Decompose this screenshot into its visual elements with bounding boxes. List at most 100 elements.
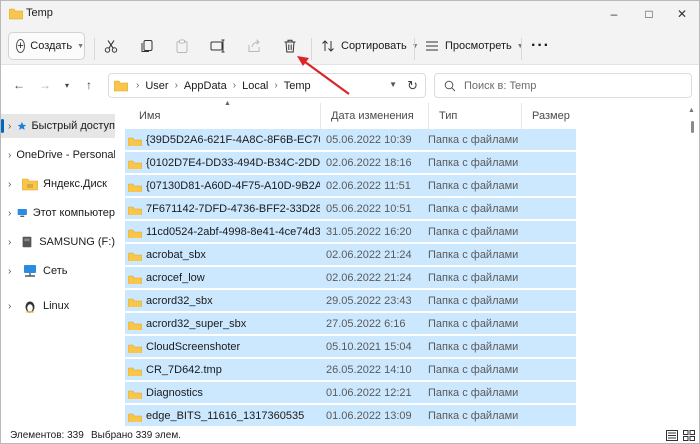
column-header-date[interactable]: Дата изменения — [321, 103, 429, 129]
more-icon: ··· — [531, 37, 550, 54]
sort-button[interactable]: Сортировать ▼ — [321, 32, 419, 60]
create-button[interactable]: + Создать ▼ — [8, 32, 85, 60]
folder-icon — [114, 80, 128, 91]
arrow-left-icon: ← — [13, 78, 25, 92]
selected-count: Выбрано 339 элем. — [91, 430, 181, 441]
share-button[interactable] — [241, 32, 267, 60]
nav-item-this-pc[interactable]: › Этот компьютер — [1, 201, 115, 225]
file-date: 05.10.2021 15:04 — [326, 340, 412, 353]
file-date: 02.06.2022 21:24 — [326, 248, 412, 261]
file-name: 11cd0524-2abf-4998-8e41-4ce74d330de6 — [125, 226, 320, 238]
file-date: 01.06.2022 13:09 — [326, 409, 412, 422]
file-date: 02.06.2022 11:51 — [326, 179, 411, 192]
file-row[interactable]: acrord32_sbx 29.05.2022 23:43 Папка с файл… — [125, 290, 576, 311]
vertical-scrollbar[interactable]: ▲ — [685, 103, 699, 428]
maximize-button[interactable]: □ — [632, 1, 666, 27]
file-row[interactable]: 11cd0524-2abf-4998-8e41-4ce74d330de6 31.0… — [125, 221, 576, 242]
nav-label: Быстрый доступ — [31, 120, 115, 132]
file-row[interactable]: acrobat_sbx 02.06.2022 21:24 Папка с файла… — [125, 244, 576, 265]
file-name: Diagnostics — [125, 387, 320, 399]
column-header-row: ▲ Имя Дата изменения Тип Размер — [115, 100, 685, 129]
file-row[interactable]: {39D5D2A6-621F-4A8C-8F6B-EC70C9A3B... 05.… — [125, 129, 576, 150]
nav-label: Яндекс.Диск — [43, 178, 107, 190]
breadcrumb-local[interactable]: Local — [242, 80, 268, 92]
search-input[interactable]: Поиск в: Temp — [434, 73, 692, 98]
folder-icon — [128, 413, 142, 422]
folder-icon — [128, 390, 142, 399]
toolbar-divider — [311, 38, 312, 60]
file-type: Папка с файлами — [428, 294, 519, 307]
file-type: Папка с файлами — [428, 340, 519, 353]
column-header-name[interactable]: Имя — [129, 103, 321, 129]
column-header-type[interactable]: Тип — [429, 103, 522, 129]
nav-item-network[interactable]: › Сеть — [1, 259, 115, 283]
file-row[interactable]: {0102D7E4-DD33-494D-B34C-2DD6976A5... 02.… — [125, 152, 576, 173]
scrollbar-thumb[interactable] — [691, 121, 694, 133]
chevron-right-icon: › — [174, 80, 178, 91]
nav-item-quick-access[interactable]: › Быстрый доступ — [1, 114, 115, 138]
breadcrumb-user[interactable]: User — [145, 80, 168, 92]
address-history-dropdown[interactable]: ▼ — [389, 80, 397, 89]
back-button[interactable]: ← — [9, 75, 29, 95]
file-type: Папка с файлами — [428, 271, 519, 284]
scroll-up-arrow-icon[interactable]: ▲ — [688, 107, 695, 114]
chevron-right-icon: › — [274, 80, 278, 91]
view-list-icon — [426, 41, 438, 51]
file-row[interactable]: acrord32_super_sbx 27.05.2022 6:16 Папка с… — [125, 313, 576, 334]
file-row[interactable]: CloudScreenshoter 05.10.2021 15:04 Папка с… — [125, 336, 576, 357]
cut-button[interactable] — [98, 32, 124, 60]
file-row[interactable]: {07130D81-A60D-4F75-A10D-9B2A8F00D... 02.… — [125, 175, 576, 196]
nav-item-linux[interactable]: › Linux — [1, 294, 115, 318]
rename-button[interactable] — [205, 32, 231, 60]
title-bar: Temp – □ ✕ — [1, 1, 699, 27]
toolbar-divider — [414, 38, 415, 60]
star-icon — [17, 122, 26, 130]
folder-icon — [128, 275, 142, 284]
column-header-size[interactable]: Размер — [522, 103, 602, 129]
up-button[interactable]: ↑ — [79, 75, 99, 95]
file-row[interactable]: acrocef_low 02.06.2022 21:24 Папка с файла… — [125, 267, 576, 288]
search-icon — [444, 80, 456, 91]
close-button[interactable]: ✕ — [665, 1, 699, 27]
paste-button[interactable] — [169, 32, 195, 60]
view-label: Просмотреть — [445, 40, 512, 52]
nav-item-yandex-disk[interactable]: › Яндекс.Диск — [1, 172, 115, 196]
nav-item-samsung-drive[interactable]: › SAMSUNG (F:) — [1, 230, 115, 254]
recent-locations-button[interactable]: ▾ — [57, 75, 77, 95]
linux-icon — [25, 301, 35, 313]
search-placeholder: Поиск в: Temp — [464, 79, 537, 92]
trash-icon — [284, 39, 296, 53]
sort-icon — [322, 40, 334, 52]
file-row[interactable]: Diagnostics 01.06.2022 12:21 Папка с файла… — [125, 382, 576, 403]
address-bar[interactable]: › User › AppData › Local › Temp ▼ ↻ — [108, 73, 426, 98]
nav-item-onedrive[interactable]: › OneDrive - Personal — [1, 143, 115, 167]
view-button[interactable]: Просмотреть ▼ — [425, 32, 524, 60]
file-name: edge_BITS_11616_1317360535 — [125, 410, 320, 422]
refresh-icon[interactable]: ↻ — [407, 78, 418, 94]
explorer-window: Temp – □ ✕ + Создать ▼ Сортировать ▼ Про… — [0, 0, 700, 444]
chevron-right-icon: › — [8, 236, 12, 248]
minimize-button[interactable]: – — [597, 1, 631, 27]
details-view-icon[interactable] — [666, 430, 678, 441]
file-type: Папка с файлами — [428, 248, 519, 261]
file-row[interactable]: 7F671142-7DFD-4736-BFF2-33D28D252C1 05.06… — [125, 198, 576, 219]
file-date: 02.06.2022 18:16 — [326, 156, 412, 169]
delete-button[interactable] — [277, 32, 303, 60]
file-row[interactable]: CR_7D642.tmp 26.05.2022 14:10 Папка с файл… — [125, 359, 576, 380]
more-options-button[interactable]: ··· — [531, 32, 550, 60]
file-date: 26.05.2022 14:10 — [326, 363, 412, 376]
forward-button[interactable]: → — [35, 75, 55, 95]
tiles-view-icon[interactable] — [683, 430, 695, 441]
nav-label: SAMSUNG (F:) — [39, 236, 115, 248]
file-date: 29.05.2022 23:43 — [326, 294, 412, 307]
command-bar: + Создать ▼ Сортировать ▼ Просмотреть ··… — [1, 27, 699, 65]
toolbar-divider — [94, 38, 95, 60]
file-date: 05.06.2022 10:51 — [326, 202, 412, 215]
breadcrumb-temp[interactable]: Temp — [284, 80, 311, 92]
nav-label: Этот компьютер — [32, 207, 115, 219]
computer-icon — [17, 209, 28, 217]
folder-icon — [128, 160, 142, 169]
copy-button[interactable] — [134, 32, 160, 60]
file-row[interactable]: edge_BITS_11616_1317360535 01.06.2022 13:… — [125, 405, 576, 426]
breadcrumb-appdata[interactable]: AppData — [184, 80, 227, 92]
